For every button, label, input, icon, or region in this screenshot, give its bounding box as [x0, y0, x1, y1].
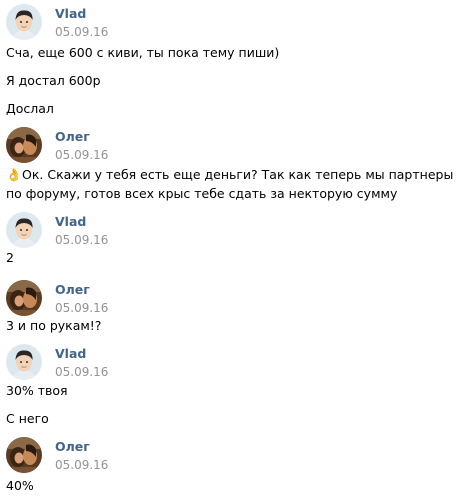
- message-date[interactable]: 05.09.16: [55, 148, 108, 162]
- avatar[interactable]: [6, 280, 42, 316]
- avatar[interactable]: [6, 4, 42, 40]
- message-header: Vlad 05.09.16: [6, 212, 446, 248]
- message-header: Олег 05.09.16: [6, 437, 446, 473]
- oleg-avatar-icon: [6, 127, 42, 163]
- message-header: Vlad 05.09.16: [6, 4, 446, 40]
- avatar[interactable]: [6, 212, 42, 248]
- oleg-avatar-icon: [6, 437, 42, 473]
- message-text: С него: [6, 411, 49, 426]
- message-date[interactable]: 05.09.16: [55, 233, 108, 247]
- message-date[interactable]: 05.09.16: [55, 301, 108, 315]
- message-text: 40%: [6, 478, 34, 493]
- message-text: 3 и по рукам!?: [6, 318, 102, 333]
- vlad-avatar-icon: [6, 212, 42, 248]
- message-date[interactable]: 05.09.16: [55, 458, 108, 472]
- message-text: Я достал 600р: [6, 73, 101, 88]
- message-text: 👌Ок. Скажи у тебя есть еще деньги? Так к…: [6, 165, 456, 203]
- message-header: Олег 05.09.16: [6, 280, 446, 316]
- vlad-avatar-icon: [6, 4, 42, 40]
- ok-hand-icon: 👌: [6, 167, 22, 182]
- vlad-avatar-icon: [6, 344, 42, 380]
- author-name[interactable]: Vlad: [55, 6, 86, 21]
- message-header: Vlad 05.09.16: [6, 344, 446, 380]
- oleg-avatar-icon: [6, 280, 42, 316]
- avatar[interactable]: [6, 437, 42, 473]
- message-date[interactable]: 05.09.16: [55, 25, 108, 39]
- message-header: Олег 05.09.16: [6, 127, 446, 163]
- message-text: 30% твоя: [6, 383, 68, 398]
- avatar[interactable]: [6, 344, 42, 380]
- message-date[interactable]: 05.09.16: [55, 365, 108, 379]
- author-name[interactable]: Vlad: [55, 346, 86, 361]
- author-name[interactable]: Олег: [55, 439, 90, 454]
- message-text-content: Ок. Скажи у тебя есть еще деньги? Так ка…: [6, 167, 454, 201]
- avatar[interactable]: [6, 127, 42, 163]
- author-name[interactable]: Олег: [55, 282, 90, 297]
- author-name[interactable]: Vlad: [55, 214, 86, 229]
- message-text: Сча, еще 600 с киви, ты пока тему пиши): [6, 45, 280, 60]
- message-text: Дослал: [6, 101, 54, 116]
- message-text: 2: [6, 250, 14, 265]
- author-name[interactable]: Олег: [55, 129, 90, 144]
